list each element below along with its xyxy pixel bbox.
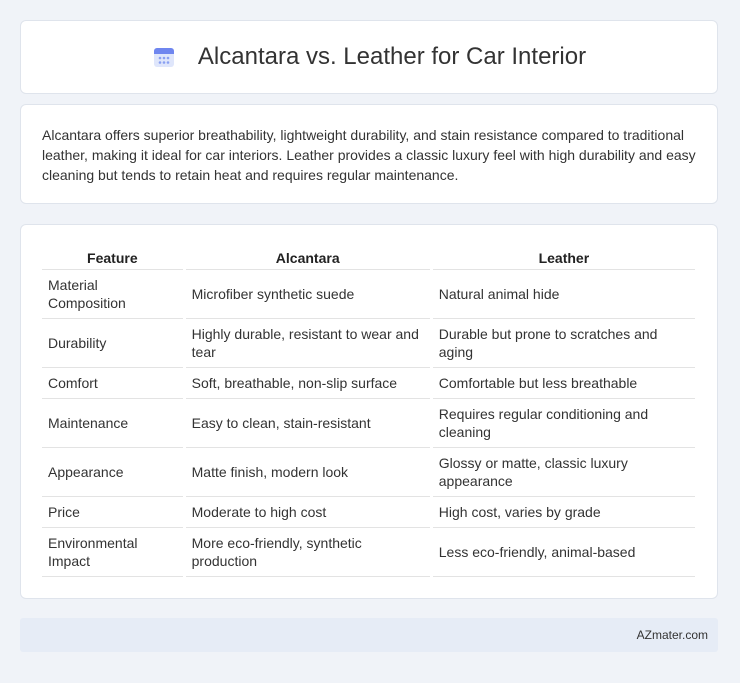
table-row: Durability Highly durable, resistant to … — [42, 319, 695, 368]
table-cell-feature: Price — [42, 497, 183, 528]
column-header-alcantara: Alcantara — [185, 247, 430, 270]
table-row: Price Moderate to high cost High cost, v… — [42, 497, 695, 528]
table-cell-feature: Material Composition — [42, 270, 183, 319]
table-cell-feature: Maintenance — [42, 399, 183, 448]
table-cell-leather: Durable but prone to scratches and aging — [432, 319, 695, 368]
page-title: Alcantara vs. Leather for Car Interior — [197, 43, 587, 70]
column-header-leather: Leather — [432, 247, 695, 270]
table-cell-alcantara: Soft, breathable, non-slip surface — [185, 368, 430, 399]
table-cell-leather: Requires regular conditioning and cleani… — [432, 399, 695, 448]
comparison-table: Feature Alcantara Leather Material Compo… — [39, 247, 698, 577]
table-cell-alcantara: Easy to clean, stain-resistant — [185, 399, 430, 448]
table-row: Maintenance Easy to clean, stain-resista… — [42, 399, 695, 448]
table-cell-feature: Durability — [42, 319, 183, 368]
column-header-feature: Feature — [42, 247, 183, 270]
table-row: Appearance Matte finish, modern look Glo… — [42, 448, 695, 497]
table-cell-leather: Glossy or matte, classic luxury appearan… — [432, 448, 695, 497]
title-card: Alcantara vs. Leather for Car Interior — [20, 20, 718, 94]
table-cell-alcantara: More eco-friendly, synthetic production — [185, 528, 430, 577]
table-cell-feature: Environmental Impact — [42, 528, 183, 577]
table-row: Environmental Impact More eco-friendly, … — [42, 528, 695, 577]
table-cell-leather: Less eco-friendly, animal-based — [432, 528, 695, 577]
comparison-table-card: Feature Alcantara Leather Material Compo… — [20, 224, 718, 599]
table-cell-alcantara: Matte finish, modern look — [185, 448, 430, 497]
table-header-row: Feature Alcantara Leather — [42, 247, 695, 270]
table-cell-leather: High cost, varies by grade — [432, 497, 695, 528]
footer: AZmater.com — [20, 618, 718, 652]
table-cell-feature: Comfort — [42, 368, 183, 399]
summary-card: Alcantara offers superior breathability,… — [20, 104, 718, 204]
table-cell-alcantara: Moderate to high cost — [185, 497, 430, 528]
table-cell-alcantara: Microfiber synthetic suede — [185, 270, 430, 319]
table-cell-leather: Comfortable but less breathable — [432, 368, 695, 399]
table-cell-alcantara: Highly durable, resistant to wear and te… — [185, 319, 430, 368]
footer-site-link[interactable]: AZmater.com — [637, 628, 708, 642]
calendar-icon — [153, 48, 174, 67]
table-cell-feature: Appearance — [42, 448, 183, 497]
table-row: Comfort Soft, breathable, non-slip surfa… — [42, 368, 695, 399]
table-cell-leather: Natural animal hide — [432, 270, 695, 319]
table-row: Material Composition Microfiber syntheti… — [42, 270, 695, 319]
summary-text: Alcantara offers superior breathability,… — [42, 127, 696, 183]
